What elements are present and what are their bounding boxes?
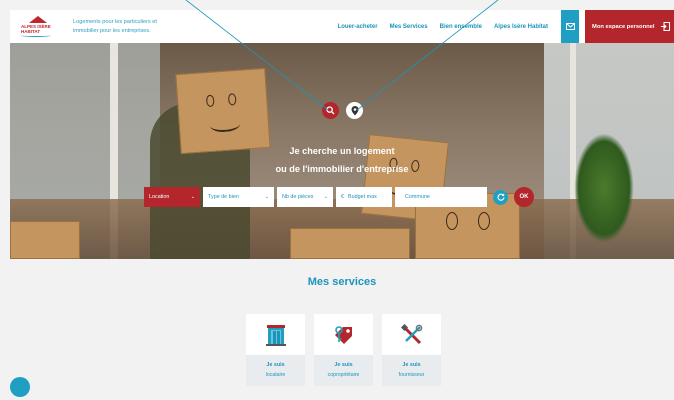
card-label-area: Je suis fournisseur (382, 355, 441, 386)
hero-title-line1: Je cherche un logement (289, 146, 395, 156)
envelope-icon (565, 23, 575, 30)
box-eye (446, 212, 458, 230)
services-title: Mes services (307, 276, 377, 288)
card-label-area: Je suis copropriétaire (314, 355, 373, 386)
service-card-locataire[interactable]: Je suis locataire (246, 314, 305, 386)
card-label-line1: Je suis (402, 362, 421, 368)
contact-button[interactable] (561, 10, 579, 43)
nav-link-louer-acheter[interactable]: Louer-acheter (338, 24, 378, 30)
key-tag-icon (334, 325, 352, 344)
commune-input-placeholder: Commune (405, 194, 430, 200)
box-eye (227, 93, 237, 106)
card-label-line2: locataire (265, 372, 286, 378)
account-button-label: Mon espace personnel (592, 23, 655, 30)
site-tagline: Logements pour les particuliers et immob… (73, 18, 157, 34)
euro-icon: € (341, 194, 344, 200)
card-label-line1: Je suis (334, 362, 353, 368)
nav-link-alpes-isere-habitat[interactable]: Alpes Isère Habitat (494, 24, 548, 30)
logo-roof-icon (29, 15, 47, 23)
card-icon-area (314, 314, 373, 355)
service-card-fournisseur[interactable]: Je suis fournisseur (382, 314, 441, 386)
site-logo[interactable]: ALPES ISÈRE HABITAT (21, 15, 55, 38)
map-mode-button[interactable] (346, 102, 363, 119)
budget-input[interactable]: € Budget max (336, 187, 392, 207)
search-mode-button[interactable] (322, 102, 339, 119)
service-card-coproprietaire[interactable]: Je suis copropriétaire (314, 314, 373, 386)
card-icon-area (246, 314, 305, 355)
hero-icon-row (322, 102, 363, 119)
map-pin-icon (351, 105, 358, 115)
hero-title: Je cherche un logement ou de l'immobilie… (10, 142, 674, 178)
property-type-select-value: Type de bien (208, 194, 239, 200)
box-smile (209, 116, 241, 133)
search-icon (326, 106, 335, 115)
commune-input[interactable]: Commune (395, 187, 487, 207)
box-eye (478, 212, 490, 230)
chevron-down-icon: ⌄ (323, 194, 328, 200)
hero-banner: Je cherche un logement ou de l'immobilie… (10, 43, 674, 259)
card-icon-area (382, 314, 441, 355)
cardboard-box (10, 221, 80, 259)
rooms-select-value: Nb de pièces (282, 194, 314, 200)
reset-search-button[interactable] (493, 189, 508, 205)
box-eye (205, 94, 215, 108)
services-cards: Je suis locataire Je suis copropriétaire (246, 314, 441, 386)
door-icon (265, 324, 286, 346)
tools-icon (400, 323, 422, 344)
card-label-area: Je suis locataire (246, 355, 305, 386)
logout-icon (660, 22, 670, 31)
card-label-line2: fournisseur (398, 372, 425, 378)
card-label-line1: Je suis (266, 362, 285, 368)
chat-bubble-button[interactable] (10, 377, 30, 397)
nav-link-bien-ensemble[interactable]: Bien ensemble (440, 24, 482, 30)
cardboard-box (290, 228, 410, 259)
refresh-icon (497, 193, 505, 201)
search-submit-button[interactable]: OK (514, 187, 534, 207)
chevron-down-icon: ⌄ (264, 194, 269, 200)
transaction-select-value: Location (149, 194, 170, 200)
logo-wave-icon (21, 34, 51, 37)
card-label-line2: copropriétaire (327, 372, 360, 378)
search-form: Location ⌄ Type de bien ⌄ Nb de pièces ⌄… (144, 187, 534, 207)
transaction-select[interactable]: Location ⌄ (144, 187, 200, 207)
account-button[interactable]: Mon espace personnel (585, 10, 674, 43)
rooms-select[interactable]: Nb de pièces ⌄ (277, 187, 333, 207)
main-nav: Louer-acheter Mes Services Bien ensemble… (338, 10, 674, 43)
page: ALPES ISÈRE HABITAT Logements pour les p… (0, 0, 674, 400)
logo-text-line2: HABITAT (21, 28, 41, 34)
hero-title-line2: ou de l'immobilier d'entreprise (275, 164, 409, 174)
nav-link-mes-services[interactable]: Mes Services (390, 24, 428, 30)
chevron-down-icon: ⌄ (190, 194, 195, 200)
property-type-select[interactable]: Type de bien ⌄ (203, 187, 274, 207)
budget-input-placeholder: Budget max (348, 194, 377, 200)
top-header: ALPES ISÈRE HABITAT Logements pour les p… (10, 10, 674, 43)
